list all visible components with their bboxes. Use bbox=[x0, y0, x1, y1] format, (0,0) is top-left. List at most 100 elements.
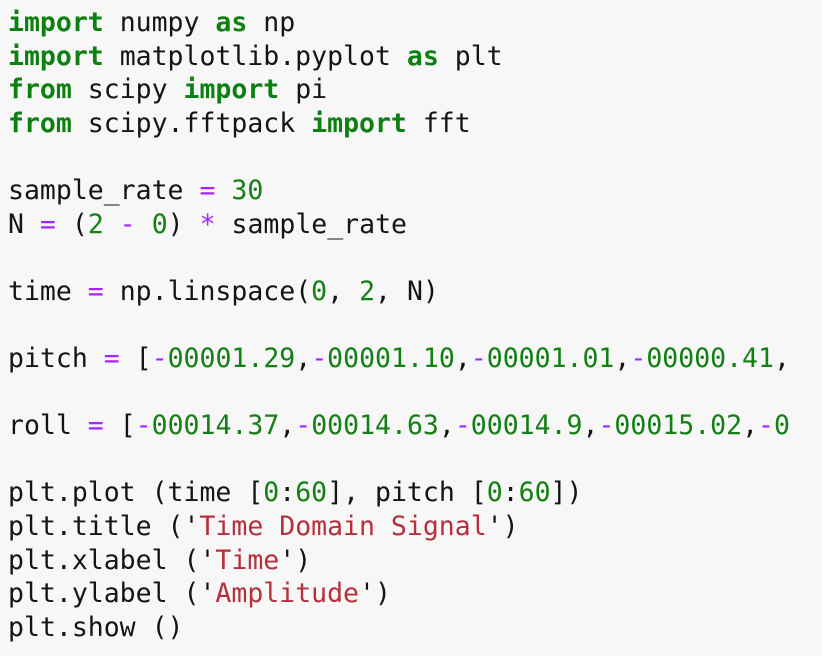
code-token-name bbox=[215, 175, 231, 206]
code-token-name: ) bbox=[295, 544, 312, 576]
code-token-num: 0 bbox=[151, 208, 168, 240]
code-token-str: Time bbox=[215, 544, 280, 576]
code-token-name: N bbox=[8, 208, 40, 240]
code-token-name bbox=[104, 209, 120, 240]
code-token-punct: [ bbox=[103, 410, 136, 442]
code-line: plt.ylabel ('Amplitude') bbox=[8, 577, 822, 611]
code-token-op: = bbox=[199, 174, 216, 206]
code-token-kw: import bbox=[8, 7, 104, 38]
code-token-punct: ' bbox=[183, 510, 200, 542]
code-token-name: time bbox=[8, 275, 88, 307]
code-token-str: Time Domain Signal bbox=[199, 510, 487, 542]
code-line: import numpy as np bbox=[8, 6, 822, 40]
code-token-kw: as bbox=[215, 7, 248, 38]
code-token-op: - bbox=[151, 342, 168, 374]
code-token-name: plt.plot (time [ bbox=[8, 477, 264, 509]
code-token-name: ) bbox=[502, 510, 519, 542]
code-token-num: 30 bbox=[231, 174, 264, 206]
code-token-name: scipy.fftpack bbox=[71, 107, 312, 139]
code-token-op: - bbox=[454, 410, 471, 442]
code-token-kw: from bbox=[8, 74, 72, 106]
code-token-name: sample_rate bbox=[215, 208, 408, 240]
code-token-name: pi bbox=[279, 74, 328, 106]
code-token-punct: : bbox=[279, 477, 296, 509]
code-token-op: - bbox=[598, 410, 615, 442]
code-token-punct: , bbox=[295, 342, 312, 374]
code-token-name: sample_rate bbox=[8, 174, 200, 206]
code-token-name: pitch bbox=[8, 342, 104, 374]
code-token-op: - bbox=[311, 342, 328, 374]
code-token-num: 00014.63 bbox=[311, 410, 439, 442]
code-token-num: 0 bbox=[311, 275, 328, 307]
code-line: plt.show () bbox=[8, 611, 822, 645]
code-token-op: = bbox=[87, 275, 104, 307]
code-token-kw: as bbox=[406, 40, 439, 72]
code-token-punct: : bbox=[502, 477, 519, 509]
code-token-punct: ' bbox=[359, 578, 375, 610]
code-token-op: - bbox=[758, 410, 774, 442]
code-token-name: plt.ylabel ( bbox=[8, 578, 200, 610]
code-token-kw: from bbox=[8, 107, 72, 139]
code-token-punct: ' bbox=[486, 510, 503, 542]
code-token-punct: , bbox=[742, 410, 759, 442]
code-token-op: - bbox=[470, 342, 487, 374]
code-token-num: 00000.41 bbox=[646, 342, 774, 374]
code-token-num: 00001.10 bbox=[327, 342, 455, 374]
code-token-name: ]) bbox=[550, 477, 583, 509]
code-line: pitch = [-00001.29,-00001.10,-00001.01,-… bbox=[8, 342, 822, 376]
code-token-num: 0 bbox=[263, 477, 280, 509]
code-token-name: np.linspace( bbox=[103, 275, 312, 307]
code-line: from scipy import pi bbox=[8, 73, 822, 107]
code-token-num: 00014.9 bbox=[470, 410, 583, 442]
code-token-name: plt bbox=[438, 40, 503, 72]
code-token-punct: ( bbox=[55, 208, 88, 240]
code-token-op: - bbox=[295, 410, 312, 442]
code-token-num: 2 bbox=[359, 275, 376, 307]
code-viewer[interactable]: import numpy as np import matplotlib.pypl… bbox=[0, 0, 822, 656]
code-token-num: 0 bbox=[486, 477, 503, 509]
code-token-name: np bbox=[247, 7, 296, 38]
code-token-kw: import bbox=[311, 107, 407, 139]
code-token-num: 00014.37 bbox=[151, 410, 280, 442]
code-line: N = (2 - 0) * sample_rate bbox=[8, 208, 822, 242]
code-token-name: matplotlib.pyplot bbox=[103, 40, 407, 72]
code-token-op: = bbox=[103, 342, 120, 374]
code-token-name: ) bbox=[374, 578, 391, 610]
code-token-op: = bbox=[87, 410, 104, 442]
code-token-num: 00015.02 bbox=[614, 410, 743, 442]
code-line: import matplotlib.pyplot as plt bbox=[8, 40, 822, 74]
code-token-num: 60 bbox=[518, 477, 551, 509]
code-line: plt.title ('Time Domain Signal') bbox=[8, 510, 822, 544]
code-token-op: = bbox=[39, 208, 56, 240]
code-token-name: plt.title ( bbox=[8, 510, 184, 542]
code-line: plt.xlabel ('Time') bbox=[8, 544, 822, 578]
code-token-name: plt.xlabel ( bbox=[8, 544, 200, 576]
code-token-op: - bbox=[135, 410, 152, 442]
code-line: plt.plot (time [0:60], pitch [0:60]) bbox=[8, 476, 822, 510]
code-token-num: 0 bbox=[774, 410, 790, 442]
code-token-num: 2 bbox=[87, 208, 104, 240]
code-token-name bbox=[136, 209, 152, 240]
code-token-name: fft bbox=[406, 107, 471, 139]
code-line: sample_rate = 30 bbox=[8, 174, 822, 208]
code-token-punct: , bbox=[773, 342, 790, 374]
code-token-punct: ' bbox=[199, 544, 216, 576]
code-line: from scipy.fftpack import fft bbox=[8, 107, 822, 141]
code-line: roll = [-00014.37,-00014.63,-00014.9,-00… bbox=[8, 409, 822, 443]
code-token-name: numpy bbox=[103, 7, 216, 38]
code-token-punct: ' bbox=[199, 578, 216, 610]
code-token-name: , N) bbox=[375, 275, 439, 307]
code-token-name: scipy bbox=[71, 74, 184, 106]
code-token-punct: [ bbox=[119, 342, 152, 374]
code-token-name: plt.show () bbox=[8, 611, 184, 643]
code-token-punct: , bbox=[582, 410, 599, 442]
code-token-kw: import bbox=[8, 40, 104, 72]
code-token-str: Amplitude bbox=[215, 578, 360, 610]
code-token-op: - bbox=[630, 342, 647, 374]
code-token-punct: , bbox=[614, 342, 631, 374]
code-token-num: 00001.29 bbox=[167, 342, 296, 374]
